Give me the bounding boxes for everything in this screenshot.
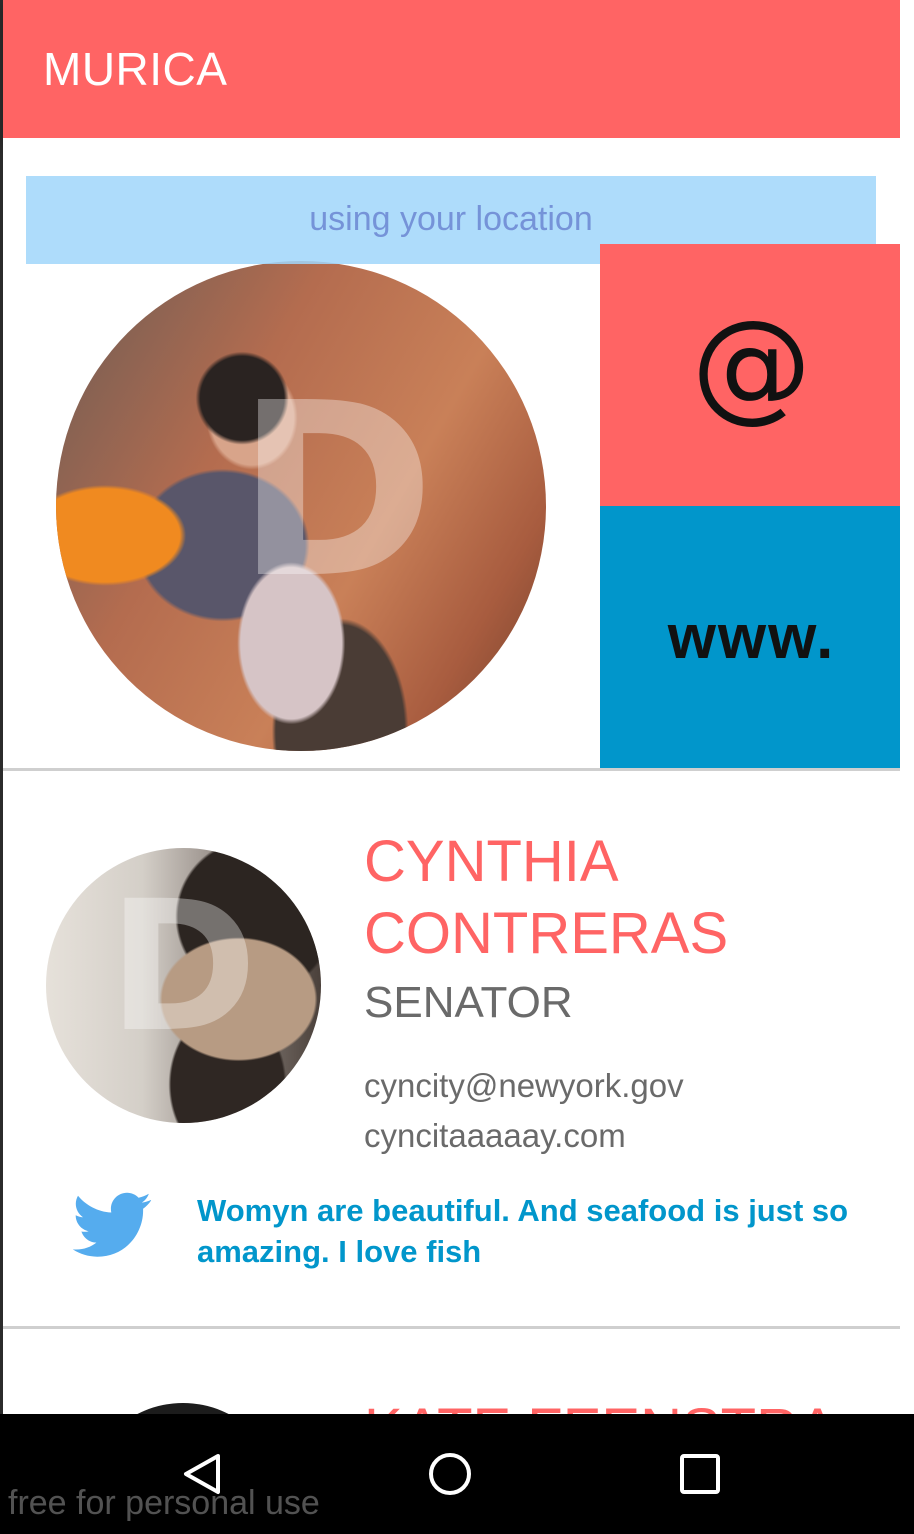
screen-edge bbox=[900, 0, 914, 1414]
website-icon: www. bbox=[667, 602, 836, 672]
rep-photo[interactable] bbox=[83, 1403, 283, 1414]
website-button[interactable]: www. bbox=[600, 506, 900, 768]
rep-name: KATE FEENSTRA bbox=[364, 1396, 837, 1414]
rep-card[interactable]: D CYNTHIA CONTRERAS SENATOR cyncity@newy… bbox=[3, 771, 900, 1326]
d-watermark-icon: D bbox=[236, 351, 436, 631]
navigation-bar: free for personal use bbox=[0, 1414, 914, 1534]
twitter-icon bbox=[73, 1192, 152, 1257]
tweet-text: Womyn are beautiful. And seafood is just… bbox=[197, 1193, 849, 1269]
d-watermark-icon: D bbox=[108, 863, 258, 1072]
email-icon: @ bbox=[691, 295, 812, 435]
recents-button[interactable] bbox=[670, 1444, 730, 1504]
rep-card[interactable]: KATE FEENSTRA bbox=[3, 1328, 900, 1414]
featured-rep-card[interactable]: D using your location @ www. bbox=[3, 138, 900, 768]
featured-rep-photo[interactable]: D bbox=[56, 261, 546, 751]
watermark-text: free for personal use bbox=[8, 1484, 320, 1522]
email-button[interactable]: @ bbox=[600, 244, 900, 506]
rep-list[interactable]: D using your location @ www. D CYNTHIA C… bbox=[3, 138, 900, 1414]
rep-website-link[interactable]: cyncitaaaaay.com bbox=[364, 1117, 626, 1155]
app-title: MURICA bbox=[43, 43, 228, 95]
location-text: using your location bbox=[309, 200, 593, 238]
recents-icon bbox=[680, 1454, 720, 1494]
home-icon bbox=[429, 1453, 471, 1495]
rep-email-link[interactable]: cyncity@newyork.gov bbox=[364, 1067, 684, 1105]
home-button[interactable] bbox=[420, 1444, 480, 1504]
rep-photo[interactable]: D bbox=[46, 848, 321, 1123]
app-bar: MURICA bbox=[3, 0, 900, 138]
rep-role: SENATOR bbox=[364, 978, 573, 1027]
rep-name: CYNTHIA CONTRERAS bbox=[364, 829, 729, 966]
